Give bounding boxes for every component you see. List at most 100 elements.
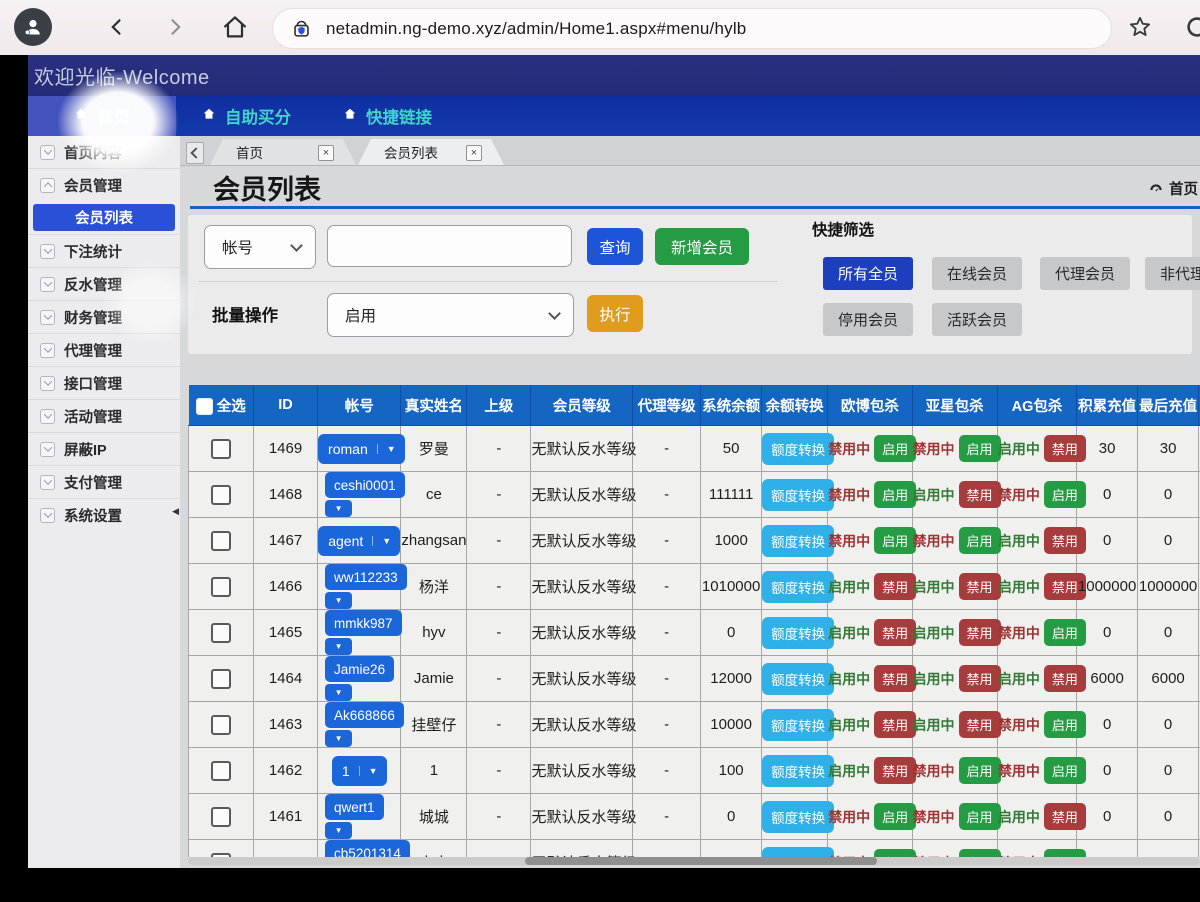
sidebar-item-7[interactable]: 代理管理 bbox=[28, 333, 180, 366]
quota-transfer-button[interactable]: 额度转换 bbox=[762, 847, 834, 858]
account-caret-button[interactable]: ▼ bbox=[325, 684, 352, 701]
quota-transfer-button[interactable]: 额度转换 bbox=[762, 663, 834, 695]
disable-button[interactable]: 禁用 bbox=[874, 711, 916, 738]
scrollbar-thumb[interactable] bbox=[525, 857, 877, 865]
enable-button[interactable]: 启用 bbox=[959, 849, 1001, 857]
disable-button[interactable]: 禁用 bbox=[959, 573, 1001, 600]
row-checkbox[interactable] bbox=[211, 669, 231, 689]
enable-button[interactable]: 启用 bbox=[1044, 757, 1086, 784]
row-checkbox[interactable] bbox=[211, 807, 231, 827]
quota-transfer-button[interactable]: 额度转换 bbox=[762, 709, 834, 741]
column-header[interactable]: 上级 bbox=[467, 385, 531, 426]
sidebar-item-12[interactable]: 系统设置 bbox=[28, 498, 180, 531]
enable-button[interactable]: 启用 bbox=[874, 527, 916, 554]
sidebar-item-9[interactable]: 活动管理 bbox=[28, 399, 180, 432]
column-header[interactable]: 全选 bbox=[189, 385, 254, 426]
select-all-checkbox[interactable] bbox=[196, 398, 213, 415]
disable-button[interactable]: 禁用 bbox=[959, 619, 1001, 646]
site-security-icon[interactable] bbox=[291, 18, 312, 39]
account-caret-button[interactable]: ▼ bbox=[325, 638, 352, 655]
sidebar-item-10[interactable]: 屏蔽IP bbox=[28, 432, 180, 465]
tabstrip-prev-button[interactable] bbox=[186, 142, 204, 164]
disable-button[interactable]: 禁用 bbox=[1044, 527, 1086, 554]
content-tab-2[interactable]: 会员列表× bbox=[358, 139, 504, 165]
account-button[interactable]: Ak668866 bbox=[325, 702, 404, 728]
enable-button[interactable]: 启用 bbox=[959, 527, 1001, 554]
row-checkbox[interactable] bbox=[211, 485, 231, 505]
quick-filter-button[interactable]: 停用会员 bbox=[823, 303, 913, 336]
disable-button[interactable]: 禁用 bbox=[1044, 435, 1086, 462]
quick-filter-button[interactable]: 代理会员 bbox=[1040, 257, 1130, 290]
search-field-select[interactable]: 帐号 bbox=[204, 225, 316, 269]
sidebar-item-1[interactable]: 首页内容 bbox=[28, 136, 180, 168]
disable-button[interactable]: 禁用 bbox=[959, 481, 1001, 508]
sidebar-item-6[interactable]: 财务管理 bbox=[28, 300, 180, 333]
bookmark-star-icon[interactable] bbox=[1126, 13, 1154, 41]
enable-button[interactable]: 启用 bbox=[1044, 711, 1086, 738]
account-button[interactable]: cb5201314 bbox=[325, 840, 410, 857]
row-checkbox[interactable] bbox=[211, 623, 231, 643]
enable-button[interactable]: 启用 bbox=[874, 435, 916, 462]
disable-button[interactable]: 禁用 bbox=[874, 665, 916, 692]
account-caret-button[interactable]: ▼ bbox=[325, 592, 352, 609]
account-caret-button[interactable]: ▼ bbox=[325, 730, 352, 747]
url-bar[interactable]: netadmin.ng-demo.xyz/admin/Home1.aspx#me… bbox=[272, 8, 1112, 49]
enable-button[interactable]: 启用 bbox=[1044, 619, 1086, 646]
quota-transfer-button[interactable]: 额度转换 bbox=[762, 801, 834, 833]
disable-button[interactable]: 禁用 bbox=[874, 573, 916, 600]
quick-filter-button[interactable]: 非代理会员 bbox=[1145, 257, 1200, 290]
enable-button[interactable]: 启用 bbox=[959, 435, 1001, 462]
account-caret-button[interactable]: ▼ bbox=[325, 822, 352, 839]
close-icon[interactable]: × bbox=[466, 145, 482, 161]
quota-transfer-button[interactable]: 额度转换 bbox=[762, 755, 834, 787]
column-header[interactable]: 真实姓名 bbox=[401, 385, 467, 426]
enable-button[interactable]: 启用 bbox=[959, 803, 1001, 830]
row-checkbox[interactable] bbox=[211, 439, 231, 459]
column-header[interactable]: 帐号 bbox=[318, 385, 401, 426]
search-input[interactable] bbox=[327, 225, 572, 267]
enable-button[interactable]: 启用 bbox=[874, 481, 916, 508]
account-button[interactable]: agent▼ bbox=[318, 526, 400, 556]
disable-button[interactable]: 禁用 bbox=[874, 757, 916, 784]
query-button[interactable]: 查询 bbox=[587, 228, 643, 265]
sidebar-item-8[interactable]: 接口管理 bbox=[28, 366, 180, 399]
quick-filter-button[interactable]: 所有全员 bbox=[823, 257, 913, 290]
account-button[interactable]: qwert1 bbox=[325, 794, 384, 820]
enable-button[interactable]: 启用 bbox=[959, 757, 1001, 784]
column-header[interactable]: 系统余额 bbox=[701, 385, 762, 426]
batch-action-select[interactable]: 启用 bbox=[327, 293, 574, 337]
disable-button[interactable]: 禁用 bbox=[1044, 665, 1086, 692]
column-header[interactable]: 代理等级 bbox=[633, 385, 701, 426]
quota-transfer-button[interactable]: 额度转换 bbox=[762, 479, 834, 511]
disable-button[interactable]: 禁用 bbox=[959, 711, 1001, 738]
content-tab-1[interactable]: 首页× bbox=[210, 139, 356, 165]
execute-button[interactable]: 执行 bbox=[587, 295, 643, 332]
row-checkbox[interactable] bbox=[211, 761, 231, 781]
column-header[interactable]: ID bbox=[254, 385, 318, 426]
disable-button[interactable]: 禁用 bbox=[874, 619, 916, 646]
refresh-icon[interactable] bbox=[1182, 12, 1200, 42]
quick-filter-button[interactable]: 在线会员 bbox=[932, 257, 1022, 290]
disable-button[interactable]: 禁用 bbox=[959, 665, 1001, 692]
profile-icon[interactable] bbox=[14, 8, 52, 46]
column-header[interactable]: 积累充值 bbox=[1077, 385, 1138, 426]
row-checkbox[interactable] bbox=[211, 715, 231, 735]
column-header[interactable]: AG包杀 bbox=[997, 385, 1076, 426]
column-header[interactable]: 最后充值 bbox=[1138, 385, 1199, 426]
sidebar-item-active[interactable]: 会员列表 bbox=[33, 204, 175, 231]
quick-filter-button[interactable]: 活跃会员 bbox=[932, 303, 1022, 336]
sidebar-item-2[interactable]: 会员管理 bbox=[28, 168, 180, 201]
nav-tab-1[interactable]: 首页 bbox=[28, 96, 176, 136]
forward-icon[interactable] bbox=[162, 14, 188, 40]
column-header[interactable]: 亚星包杀 bbox=[912, 385, 997, 426]
enable-button[interactable]: 启用 bbox=[1044, 481, 1086, 508]
account-caret-button[interactable]: ▼ bbox=[325, 500, 352, 517]
close-icon[interactable]: × bbox=[318, 145, 334, 161]
account-button[interactable]: ceshi0001 bbox=[325, 472, 405, 498]
sidebar-item-4[interactable]: 下注统计 bbox=[28, 234, 180, 267]
enable-button[interactable]: 启用 bbox=[874, 849, 916, 857]
caret-down-icon[interactable]: ▼ bbox=[359, 766, 387, 776]
column-header[interactable]: 欧博包杀 bbox=[828, 385, 912, 426]
enable-button[interactable]: 启用 bbox=[1044, 849, 1086, 857]
add-member-button[interactable]: 新增会员 bbox=[655, 228, 749, 265]
